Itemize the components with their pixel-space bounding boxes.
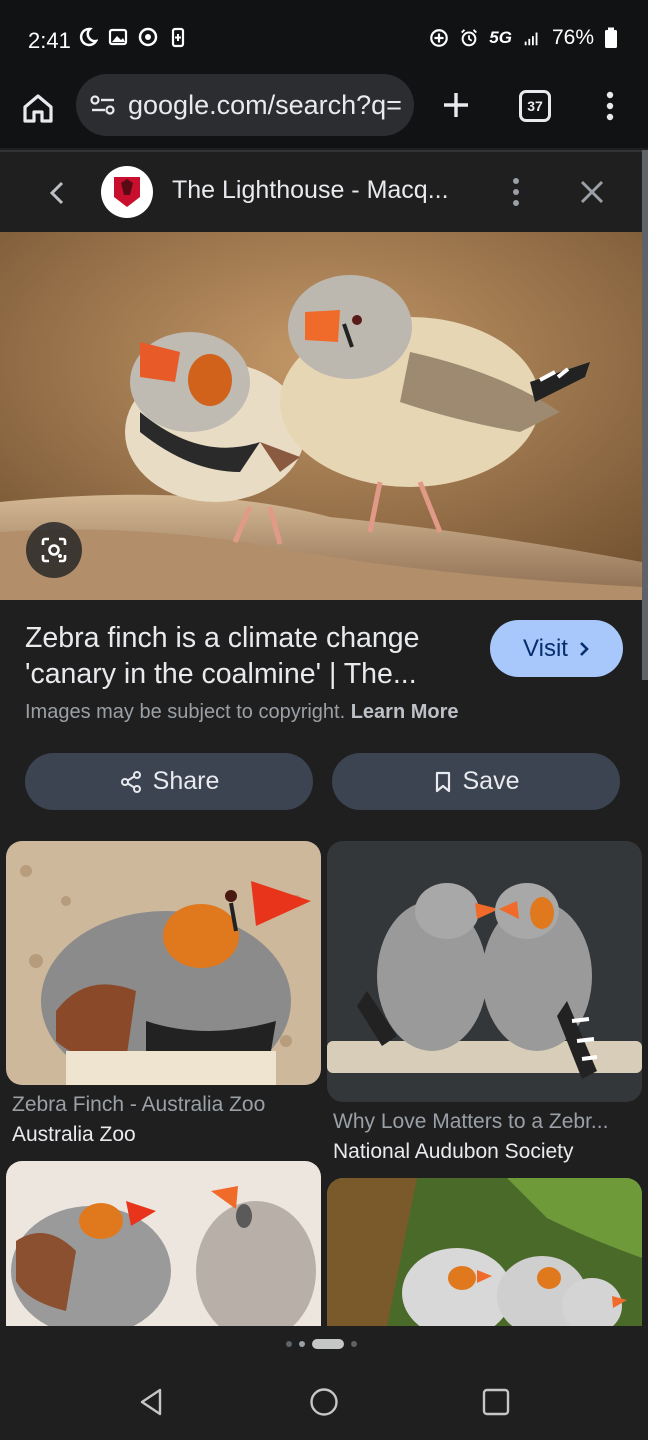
related-source: Australia Zoo [12, 1123, 136, 1146]
gallery-icon [108, 28, 128, 46]
close-icon[interactable] [576, 176, 608, 208]
finch-flock-photo [327, 1178, 642, 1326]
nav-home-icon[interactable] [308, 1386, 340, 1418]
image-viewer-header: The Lighthouse - Macq... [0, 150, 648, 232]
related-image[interactable] [6, 1161, 321, 1326]
related-image[interactable] [6, 841, 321, 1085]
battery-percent: 76% [551, 26, 594, 49]
lens-icon [41, 537, 67, 563]
status-time: 2:41 [28, 28, 71, 53]
save-button[interactable]: Save [332, 753, 620, 810]
moon-icon [79, 27, 98, 47]
browser-toolbar: google.com/search?q= 37 [0, 70, 648, 148]
status-bar: 2:41 5G 76% [0, 0, 648, 80]
chevron-right-icon [580, 641, 589, 656]
share-label: Share [152, 767, 220, 795]
share-icon [120, 770, 141, 793]
plus-icon[interactable] [436, 85, 476, 125]
network-type: 5G [489, 28, 512, 47]
tab-switcher-button[interactable]: 37 [519, 90, 551, 122]
nav-back-icon[interactable] [136, 1386, 168, 1418]
url-text: google.com/search?q= [128, 89, 402, 120]
more-vert-icon[interactable] [598, 88, 622, 124]
bookmark-icon [435, 771, 450, 792]
finch-closeup-photo [6, 841, 321, 1085]
related-title[interactable]: Why Love Matters to a Zebr... [333, 1110, 608, 1134]
visit-label: Visit [523, 634, 568, 662]
data-saver-icon [430, 29, 449, 47]
system-nav-bar [0, 1360, 648, 1440]
related-image[interactable] [327, 1178, 642, 1326]
battery-saver-icon [171, 27, 185, 48]
home-icon[interactable] [18, 88, 58, 128]
back-arrow-icon[interactable] [42, 176, 72, 210]
related-title[interactable]: Zebra Finch - Australia Zoo [12, 1093, 265, 1117]
finch-pair-photo [6, 1161, 321, 1326]
two-finches-photo [327, 841, 642, 1102]
related-image[interactable] [327, 841, 642, 1102]
zebra-finch-photo [0, 232, 642, 600]
source-site-title[interactable]: The Lighthouse - Macq... [172, 176, 449, 205]
lighthouse-logo-icon [114, 177, 140, 207]
page-scrollbar[interactable] [642, 150, 648, 680]
alarm-icon [461, 29, 478, 47]
page-indicator [286, 1339, 357, 1349]
chrome-icon [138, 27, 158, 47]
system-status: 5G 76% [429, 26, 618, 50]
site-settings-icon[interactable] [90, 94, 116, 116]
more-vert-icon[interactable] [504, 174, 528, 210]
share-button[interactable]: Share [25, 753, 313, 810]
lens-button[interactable] [26, 522, 82, 578]
notification-icons [78, 26, 188, 48]
address-bar[interactable]: google.com/search?q= [76, 74, 414, 136]
page-dot [286, 1341, 292, 1347]
related-source: National Audubon Society [333, 1140, 574, 1163]
battery-icon [605, 27, 617, 48]
tab-count: 37 [527, 98, 543, 114]
nav-recents-icon[interactable] [480, 1386, 512, 1418]
learn-more-link[interactable]: Learn More [351, 701, 459, 723]
signal-icon [524, 32, 538, 46]
result-title[interactable]: Zebra finch is a climate change 'canary … [25, 620, 475, 692]
visit-button[interactable]: Visit [490, 620, 623, 677]
copyright-text: Images may be subject to copyright. [25, 701, 346, 723]
page-dot-active [312, 1339, 344, 1349]
copyright-notice: Images may be subject to copyright. Lear… [25, 701, 459, 724]
save-label: Save [462, 767, 520, 795]
main-image[interactable] [0, 232, 642, 600]
page-dot [351, 1341, 357, 1347]
site-favicon [101, 166, 153, 218]
page-dot [299, 1341, 305, 1347]
